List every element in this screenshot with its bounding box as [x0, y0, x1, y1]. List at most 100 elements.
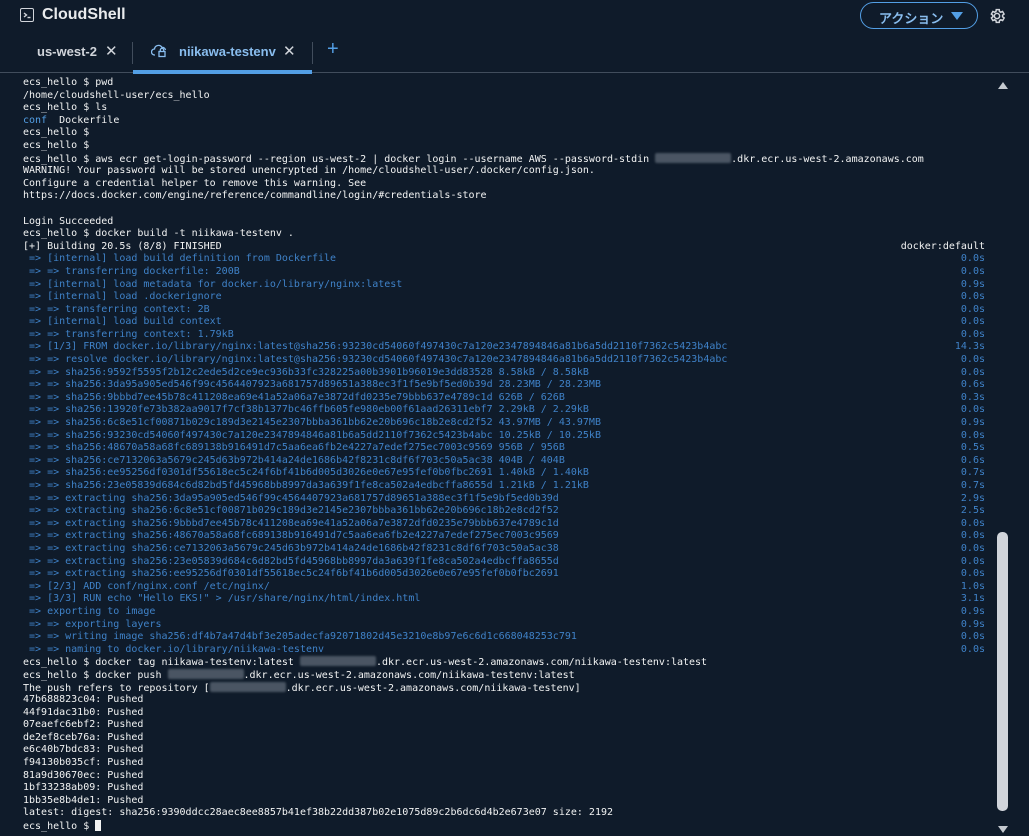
line-text: Login Succeeded [23, 215, 114, 227]
redacted-account-id [209, 681, 286, 692]
line-text: ecs_hello $ pwd [23, 77, 114, 88]
terminal-line: => => extracting sha256:23e05839d684c6d8… [23, 556, 985, 569]
terminal-line: => => sha256:23e05839d684c6d82bd5fd45968… [23, 480, 985, 493]
terminal-line: => => naming to docker.io/library/niikaw… [23, 644, 985, 657]
terminal-line: ecs_hello $ [23, 140, 985, 153]
line-text-continued: Dockerfile [47, 114, 120, 126]
actions-label: アクション [879, 11, 944, 26]
line-duration: 0.6s [960, 454, 985, 466]
terminal-line: /home/cloudshell-user/ecs_hello [23, 90, 985, 103]
line-duration: 3.1s [960, 593, 985, 605]
add-tab-button[interactable]: + [327, 38, 339, 61]
terminal-output[interactable]: ecs_hello $ pwd/home/cloudshell-user/ecs… [0, 74, 996, 836]
cloud-lock-icon [150, 44, 169, 63]
line-text: conf [23, 114, 48, 126]
line-duration: 0.9s [960, 278, 985, 290]
line-text: https://docs.docker.com/engine/reference… [23, 190, 487, 202]
terminal-line: => => sha256:93230cd54060f497430c7a120e2… [23, 430, 985, 443]
terminal-line: => [1/3] FROM docker.io/library/nginx:la… [23, 341, 985, 354]
line-text: => [3/3] RUN echo "Hello EKS!" > /usr/sh… [23, 593, 421, 605]
terminal-line: de2ef8ceb76a: Pushed [23, 732, 985, 745]
line-text: => => extracting sha256:ce7132063a5679c2… [23, 542, 559, 554]
close-icon[interactable]: ✕ [105, 42, 118, 60]
line-duration: 0.0s [960, 643, 985, 655]
line-duration: 0.0s [960, 404, 985, 416]
line-duration: 0.7s [960, 480, 985, 491]
line-text: => => writing image sha256:df4b7a47d4bf3… [23, 631, 577, 643]
terminal-line: WARNING! Your password will be stored un… [23, 165, 985, 178]
terminal-lines: ecs_hello $ pwd/home/cloudshell-user/ecs… [23, 77, 985, 833]
line-text: => [internal] load .dockerignore [23, 291, 222, 303]
terminal-line: ecs_hello $ ls [23, 102, 985, 115]
line-text-continued: .dkr.ecr.us-west-2.amazonaws.com/niikawa… [243, 669, 575, 681]
tab-niikawa-testenv[interactable]: niikawa-testenv ✕ [133, 33, 312, 74]
line-text: => => exporting layers [23, 618, 162, 630]
gear-icon[interactable] [988, 7, 1006, 25]
line-text: => => extracting sha256:6c8e51cf00871b02… [23, 505, 559, 517]
terminal-line: 1bb35e8b4de1: Pushed [23, 795, 985, 808]
terminal-line: => => sha256:ee95256df0301df55618ec5c24f… [23, 467, 985, 480]
close-icon[interactable]: ✕ [283, 42, 296, 60]
terminal-line: => => extracting sha256:3da95a905ed546f9… [23, 493, 985, 506]
terminal-line: => => sha256:6c8e51cf00871b029c189d3e214… [23, 417, 985, 430]
line-text: ecs_hello $ docker push [23, 669, 168, 681]
tab-label: niikawa-testenv [179, 44, 276, 59]
scroll-down-icon[interactable] [998, 826, 1008, 833]
line-text-continued: .dkr.ecr.us-west-2.amazonaws.com [731, 153, 924, 165]
terminal-line: https://docs.docker.com/engine/reference… [23, 190, 985, 203]
line-text: ecs_hello $ [23, 821, 96, 833]
terminal-line: => => sha256:48670a58a68fc689138b916491d… [23, 442, 985, 455]
line-text: ecs_hello $ [23, 139, 90, 151]
terminal-line: [+] Building 20.5s (8/8) FINISHED docker:… [23, 241, 985, 254]
line-text: latest: digest: sha256:9390ddcc28aec8ee8… [23, 807, 614, 819]
terminal-line: 47b688823c04: Pushed [23, 694, 985, 707]
line-text: => => sha256:9592f5595f2b12c2ede5d2ce9ec… [23, 366, 589, 378]
line-duration: 0.3s [960, 391, 985, 403]
terminal-line: => => resolve docker.io/library/nginx:la… [23, 354, 985, 367]
terminal-line: f94130b035cf: Pushed [23, 757, 985, 770]
terminal-cursor [95, 820, 102, 832]
line-duration: 0.0s [960, 291, 985, 303]
header: CloudShell アクション [0, 0, 1029, 33]
line-duration: 0.9s [960, 618, 985, 630]
terminal-line: ecs_hello $ aws ecr get-login-password -… [23, 152, 985, 166]
terminal-line: => [2/3] ADD conf/nginx.conf /etc/nginx/… [23, 581, 985, 594]
line-duration: 0.0s [960, 316, 985, 328]
line-duration: 0.9s [960, 605, 985, 617]
terminal-line: Login Succeeded [23, 216, 985, 229]
line-text: 44f91dac31b0: Pushed [23, 706, 144, 718]
scrollbar-thumb[interactable] [997, 532, 1008, 811]
terminal-line: 1bf33238ab09: Pushed [23, 782, 985, 795]
terminal-line: => => transferring context: 1.79kB 0.0s [23, 329, 985, 342]
line-duration: 0.0s [960, 265, 985, 277]
terminal-line: => => writing image sha256:df4b7a47d4bf3… [23, 631, 985, 644]
tab-us-west-2[interactable]: us-west-2 ✕ [20, 33, 132, 73]
line-text: 1bf33238ab09: Pushed [23, 782, 144, 794]
line-text: => => sha256:ce7132063a5679c245d63b972b4… [23, 454, 565, 466]
terminal-icon [20, 8, 34, 22]
line-text: => => extracting sha256:23e05839d684c6d8… [23, 555, 559, 567]
tab-divider [312, 42, 313, 64]
terminal-line: 81a9d30670ec: Pushed [23, 770, 985, 783]
actions-dropdown-button[interactable]: アクション [860, 2, 978, 29]
line-text: => => sha256:ee95256df0301df55618ec5c24f… [23, 467, 589, 479]
redacted-account-id [299, 656, 376, 667]
line-text: 81a9d30670ec: Pushed [23, 769, 144, 781]
vertical-scrollbar[interactable] [997, 78, 1009, 836]
line-text: The push refers to repository [ [23, 682, 210, 694]
line-duration: 2.5s [960, 505, 985, 517]
terminal-line: => => sha256:9bbbd7ee45b78c411208ea69e41… [23, 392, 985, 405]
terminal-line: The push refers to repository [.dkr.ecr.… [23, 681, 985, 695]
line-text: => => extracting sha256:9bbbd7ee45b78c41… [23, 517, 559, 529]
terminal-line: Configure a credential helper to remove … [23, 178, 985, 191]
redacted-account-id [167, 668, 244, 679]
scroll-up-icon[interactable] [998, 82, 1008, 89]
line-text: ecs_hello $ docker tag niikawa-testenv:l… [23, 657, 300, 669]
line-text: ecs_hello $ [23, 127, 90, 139]
terminal-line: => [3/3] RUN echo "Hello EKS!" > /usr/sh… [23, 593, 985, 606]
line-duration: 0.0s [960, 631, 985, 643]
terminal-line: 44f91dac31b0: Pushed [23, 707, 985, 720]
tab-label: us-west-2 [37, 44, 97, 59]
terminal-line: => [internal] load metadata for docker.i… [23, 279, 985, 292]
